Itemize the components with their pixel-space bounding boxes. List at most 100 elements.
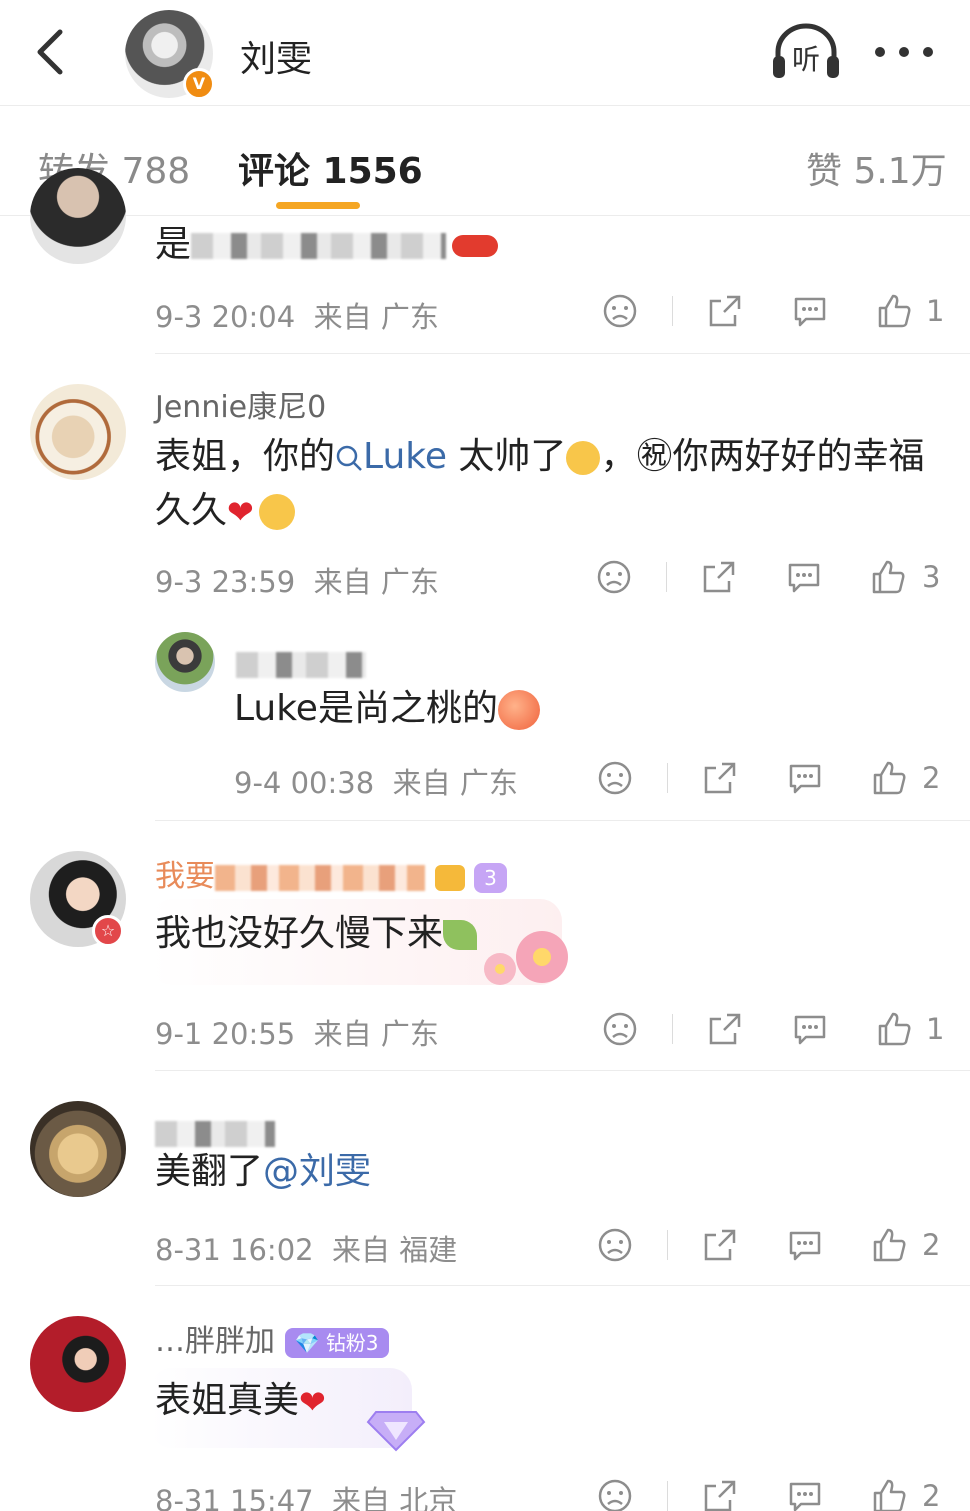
share-icon[interactable]: [707, 1011, 743, 1047]
redacted-emoji: [452, 235, 499, 257]
like-count: 3: [922, 560, 941, 594]
comment-location: 来自 福建: [332, 1233, 458, 1267]
more-icon[interactable]: [872, 40, 936, 64]
redacted-username: [155, 1120, 275, 1147]
comment-text: 我也没好久慢下来: [155, 907, 478, 961]
comment-location: 来自 广东: [313, 565, 439, 599]
comment-text: 是: [155, 218, 499, 272]
reply-icon[interactable]: [787, 1227, 823, 1263]
member-badge-icon: ☆: [92, 915, 124, 947]
comment-username[interactable]: …胖胖加 💎 钻粉3: [155, 1316, 389, 1360]
redacted-text: [191, 233, 447, 259]
commenter-avatar[interactable]: [30, 1316, 126, 1412]
comment-time: 8-31 15:47: [155, 1484, 314, 1511]
search-icon: [336, 445, 362, 471]
comment-time: 9-3 20:04: [155, 300, 296, 334]
verified-badge: V: [183, 68, 215, 100]
tab-likes[interactable]: 赞 5.1万: [806, 142, 947, 194]
reply-icon[interactable]: [786, 559, 822, 595]
like-icon[interactable]: [871, 1478, 907, 1511]
like-count: 1: [926, 294, 945, 328]
heart-emoji: ❤: [299, 1383, 326, 1421]
share-icon[interactable]: [702, 1227, 738, 1263]
like-count: 2: [922, 761, 941, 795]
comment-meta: 9-3 23:59 来自 广东: [155, 559, 439, 601]
dislike-icon[interactable]: [602, 293, 638, 329]
comment-time: 9-1 20:55: [155, 1017, 296, 1051]
comment-meta: 8-31 16:02 来自 福建: [155, 1227, 457, 1269]
flower-decoration-icon: [484, 931, 568, 985]
comment-username[interactable]: Jennie康尼0: [155, 382, 326, 426]
tab-comments[interactable]: 评论 1556: [238, 142, 423, 194]
commenter-avatar[interactable]: [30, 168, 126, 264]
like-icon[interactable]: [876, 1011, 912, 1047]
comment-divider: [155, 353, 970, 354]
laughing-emoji: [259, 494, 296, 530]
fan-level-badge: 3: [474, 862, 507, 893]
commenter-avatar[interactable]: [30, 384, 126, 480]
mention-link[interactable]: @刘雯: [263, 1151, 371, 1192]
comment-meta: 9-1 20:55 来自 广东: [155, 1011, 439, 1053]
reply-time: 9-4 00:38: [234, 766, 375, 800]
listen-label: 听: [792, 43, 820, 76]
reply-icon[interactable]: [792, 293, 828, 329]
listen-icon[interactable]: 听: [770, 22, 842, 82]
action-separator: [667, 1481, 668, 1511]
share-icon[interactable]: [702, 1478, 738, 1511]
action-separator: [672, 296, 673, 326]
action-separator: [666, 562, 667, 592]
like-icon[interactable]: [876, 293, 912, 329]
share-icon[interactable]: [701, 559, 737, 595]
reply-avatar[interactable]: [155, 632, 215, 692]
leaf-emoji: [443, 920, 478, 950]
share-icon[interactable]: [702, 760, 738, 796]
redacted-username: [215, 864, 425, 891]
page-title: 刘雯: [240, 39, 313, 80]
like-count: 1: [926, 1012, 945, 1046]
dislike-icon[interactable]: [596, 559, 632, 595]
reply-location: 来自 广东: [392, 766, 518, 800]
comment-text: 美翻了@刘雯: [155, 1151, 372, 1192]
commenter-avatar[interactable]: [30, 1101, 126, 1197]
share-icon[interactable]: [707, 293, 743, 329]
crown-icon: [434, 864, 465, 891]
like-icon[interactable]: [871, 760, 907, 796]
comment-location: 来自 北京: [332, 1484, 458, 1511]
reply-icon[interactable]: [792, 1011, 828, 1047]
crying-emoji: [566, 441, 601, 475]
active-tab-indicator: [276, 202, 360, 209]
comment-meta: 9-3 20:04 来自 广东: [155, 294, 439, 336]
comment-location: 来自 广东: [313, 1017, 439, 1051]
action-separator: [667, 763, 668, 793]
fan-badge: 💎 钻粉3: [284, 1327, 389, 1358]
comment-text: 表姐，你的 Luke 太帅了 ，㊗你两好好的幸福 久久❤: [155, 436, 925, 531]
like-count: 2: [922, 1228, 941, 1262]
reply-icon[interactable]: [787, 1478, 823, 1511]
like-icon[interactable]: [871, 1227, 907, 1263]
redacted-username: [236, 651, 366, 678]
comment-time: 8-31 16:02: [155, 1233, 314, 1267]
reply-icon[interactable]: [787, 760, 823, 796]
dislike-icon[interactable]: [597, 1478, 633, 1511]
comment-divider: [155, 1070, 970, 1071]
dislike-icon[interactable]: [597, 1227, 633, 1263]
like-icon[interactable]: [870, 559, 906, 595]
mention-link[interactable]: Luke: [335, 436, 447, 477]
dislike-icon[interactable]: [602, 1011, 638, 1047]
comment-divider: [155, 820, 970, 821]
action-separator: [667, 1230, 668, 1260]
comment-meta: 8-31 15:47 来自 北京: [155, 1478, 457, 1511]
comment-divider: [155, 1285, 970, 1286]
comment-text: 表姐真美❤: [155, 1374, 331, 1428]
action-separator: [672, 1014, 673, 1044]
comment-username[interactable]: 我要 3: [155, 851, 507, 895]
dislike-icon[interactable]: [597, 760, 633, 796]
reply-text: Luke是尚之桃的: [234, 682, 540, 736]
reply-meta: 9-4 00:38 来自 广东: [234, 760, 518, 802]
comment-time: 9-3 23:59: [155, 565, 296, 599]
reply-username[interactable]: [236, 646, 366, 681]
tab-bar: 转发 788 评论 1556 赞 5.1万: [0, 106, 970, 216]
peach-emoji: [497, 690, 540, 730]
like-count: 2: [922, 1479, 941, 1511]
back-icon[interactable]: [30, 28, 74, 76]
